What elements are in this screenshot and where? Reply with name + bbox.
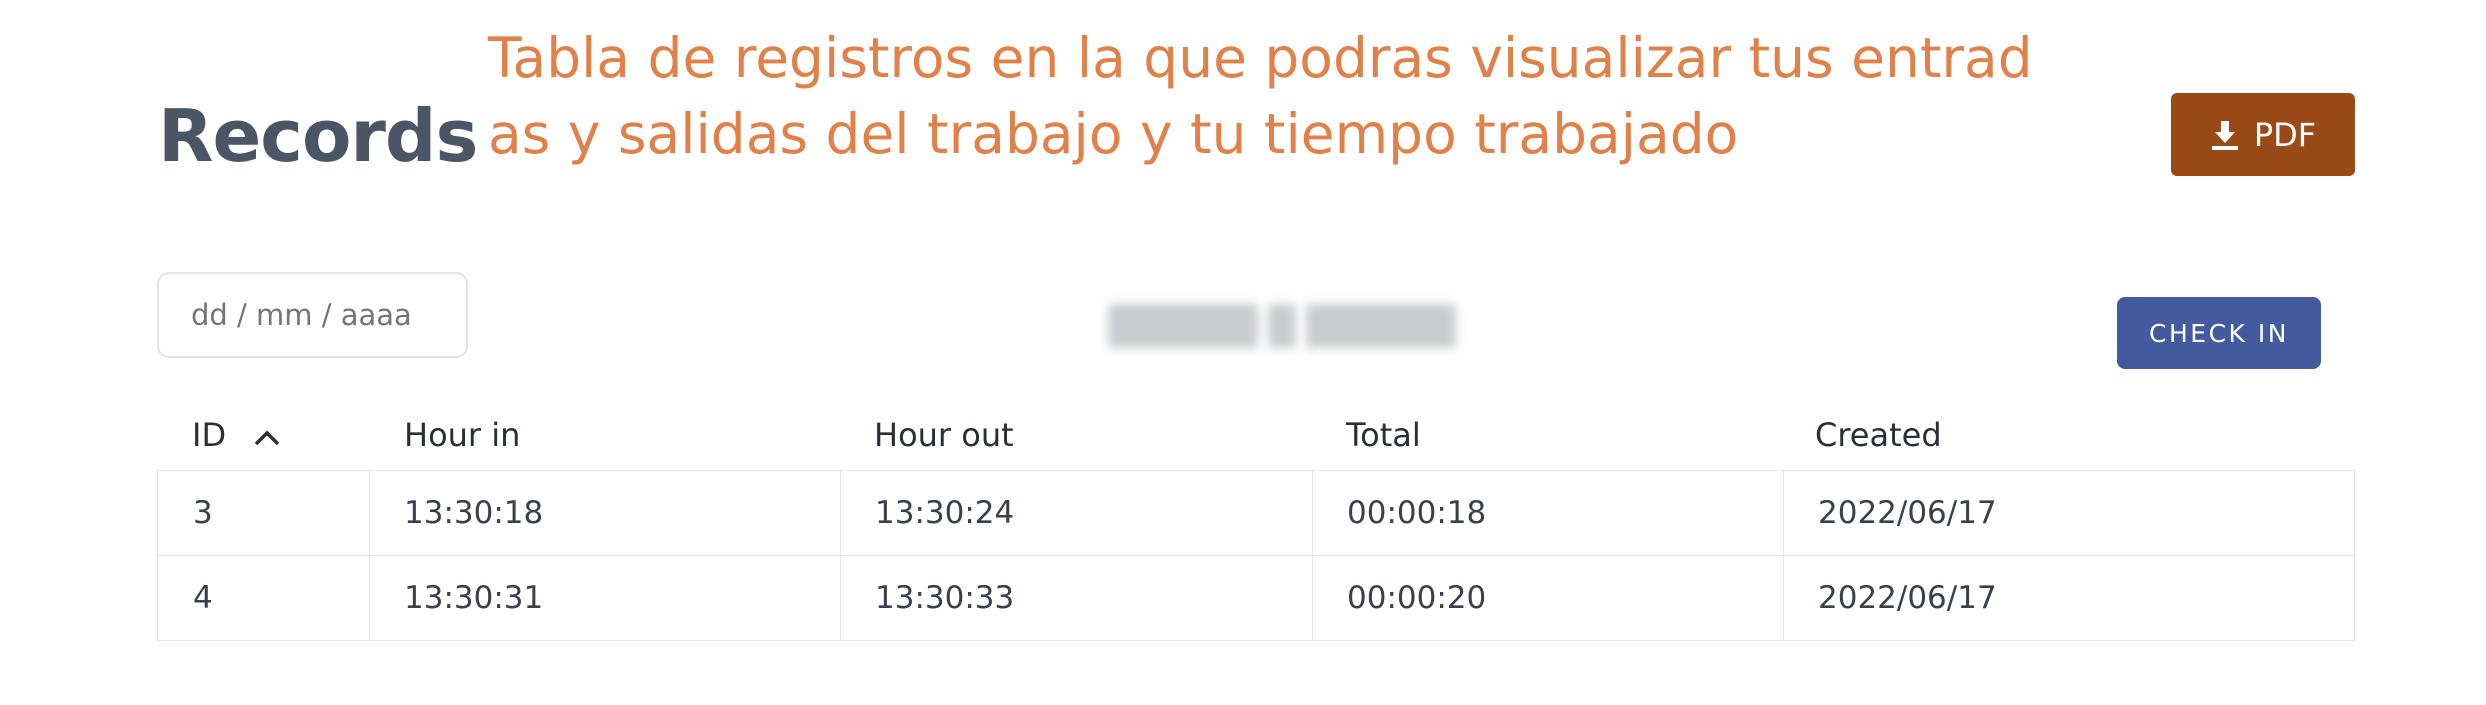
column-header-label: ID [192, 416, 227, 454]
pdf-button-label: PDF [2253, 115, 2317, 154]
records-table: 3 13:30:18 13:30:24 00:00:18 2022/06/17 … [157, 470, 2355, 641]
blurred-text [1108, 285, 1464, 367]
column-header-total[interactable]: Total [1346, 416, 1421, 454]
column-header-label: Total [1346, 416, 1421, 454]
column-header-label: Hour in [404, 416, 521, 454]
cell-id: 4 [157, 555, 370, 641]
cell-total: 00:00:20 [1312, 555, 1784, 641]
cell-hour-out: 13:30:33 [840, 555, 1313, 641]
column-header-hour-out[interactable]: Hour out [874, 416, 1014, 454]
column-header-id[interactable]: ID [192, 416, 280, 454]
download-icon [2210, 119, 2240, 151]
sort-ascending-icon [254, 416, 280, 454]
cell-hour-in: 13:30:31 [369, 555, 841, 641]
table-header: ID Hour in Hour out Total Created [157, 400, 2355, 470]
cell-hour-in: 13:30:18 [369, 470, 841, 556]
column-header-hour-in[interactable]: Hour in [404, 416, 520, 454]
cell-created: 2022/06/17 [1783, 470, 2355, 556]
cell-id: 3 [157, 470, 370, 556]
page-title: Records [158, 94, 478, 178]
table-row: 3 13:30:18 13:30:24 00:00:18 2022/06/17 [157, 470, 2355, 556]
cell-hour-out: 13:30:24 [840, 470, 1313, 556]
column-header-created[interactable]: Created [1815, 416, 1942, 454]
column-header-label: Hour out [874, 416, 1014, 454]
column-header-label: Created [1815, 416, 1942, 454]
pdf-download-button[interactable]: PDF [2171, 93, 2355, 176]
check-in-button[interactable]: CHECK IN [2117, 297, 2321, 369]
table-row: 4 13:30:31 13:30:33 00:00:20 2022/06/17 [157, 555, 2355, 641]
cell-created: 2022/06/17 [1783, 555, 2355, 641]
date-filter-input[interactable] [157, 272, 468, 358]
cell-total: 00:00:18 [1312, 470, 1784, 556]
annotation-text: Tabla de registros en la que podras visu… [488, 26, 2033, 166]
